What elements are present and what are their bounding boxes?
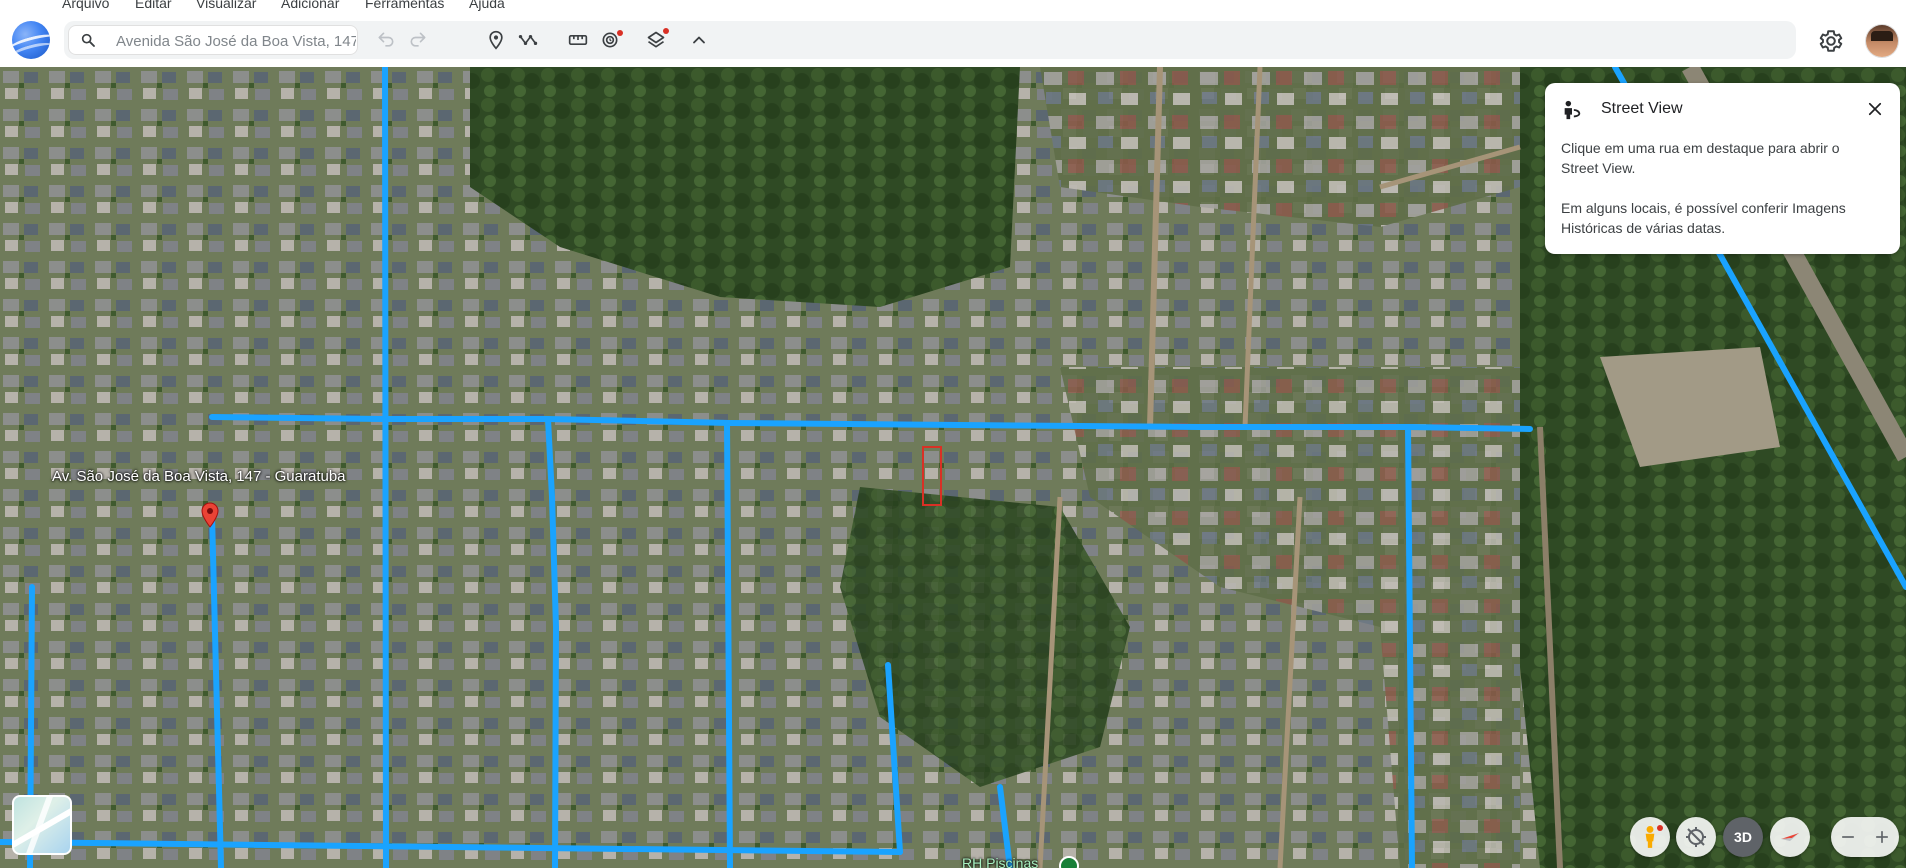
redo-button[interactable]: [404, 30, 432, 50]
redo-icon: [410, 32, 426, 47]
location-pin-icon[interactable]: [201, 502, 219, 528]
minus-icon: [1842, 836, 1854, 838]
street-view-instructions: Clique em uma rua em destaque para abrir…: [1561, 140, 1840, 176]
zoom-controls: [1831, 817, 1899, 857]
minimap-thumbnail[interactable]: [12, 795, 72, 855]
tilt-off-icon: [1686, 827, 1706, 847]
historical-notification-dot: [617, 30, 623, 36]
pegman-notification-dot: [1657, 825, 1663, 831]
placemark-icon: [489, 30, 503, 50]
compass-icon: [1781, 833, 1799, 841]
collapse-toolbar-button[interactable]: [685, 30, 713, 50]
menu-ferramentas[interactable]: Ferramentas: [365, 0, 444, 12]
menu-ajuda[interactable]: Ajuda: [469, 0, 505, 12]
layers-notification-dot: [663, 28, 669, 34]
search-box[interactable]: [68, 25, 358, 55]
draw-path-button[interactable]: [514, 30, 542, 50]
undo-icon: [378, 32, 394, 47]
compass-button[interactable]: [1770, 817, 1810, 857]
menu-arquivo[interactable]: Arquivo: [62, 0, 109, 12]
undo-button[interactable]: [372, 30, 400, 50]
place-label[interactable]: Av. São José da Boa Vista, 147 - Guaratu…: [52, 468, 346, 485]
street-view-history-note: Em alguns locais, é possível conferir Im…: [1561, 200, 1846, 236]
path-icon: [518, 35, 538, 45]
search-input[interactable]: [114, 28, 358, 54]
measure-button[interactable]: [564, 30, 592, 50]
toolbar: [0, 12, 1906, 67]
street-view-panel: Street View Clique em uma rua em destaqu…: [1545, 83, 1900, 254]
ruler-icon: [568, 35, 588, 45]
pegman-button[interactable]: [1630, 817, 1670, 857]
selected-building-outline: [922, 446, 942, 506]
street-view-icon: [1564, 100, 1581, 120]
menu-editar[interactable]: Editar: [135, 0, 172, 12]
google-earth-logo[interactable]: [12, 21, 50, 59]
chevron-up-icon: [693, 36, 705, 44]
street-view-title: Street View: [1601, 100, 1683, 117]
menu-bar: Arquivo Editar Visualizar Adicionar Ferr…: [0, 0, 1906, 12]
add-placemark-button[interactable]: [482, 30, 510, 50]
toggle-3d-button[interactable]: 3D: [1723, 817, 1763, 857]
plus-icon: [1876, 831, 1888, 843]
search-icon[interactable]: [80, 32, 96, 48]
tilt-toggle-button[interactable]: [1676, 817, 1716, 857]
menu-visualizar[interactable]: Visualizar: [196, 0, 256, 12]
toolbar-strip: [64, 21, 1796, 59]
zoom-out-button[interactable]: [1831, 817, 1865, 857]
close-button[interactable]: [1863, 97, 1887, 121]
settings-icon[interactable]: [1818, 28, 1844, 54]
menu-adicionar[interactable]: Adicionar: [281, 0, 339, 12]
avatar[interactable]: [1866, 25, 1898, 57]
zoom-in-button[interactable]: [1865, 817, 1899, 857]
close-icon: [1868, 102, 1882, 116]
poi-label[interactable]: RH Piscinas: [962, 855, 1038, 868]
